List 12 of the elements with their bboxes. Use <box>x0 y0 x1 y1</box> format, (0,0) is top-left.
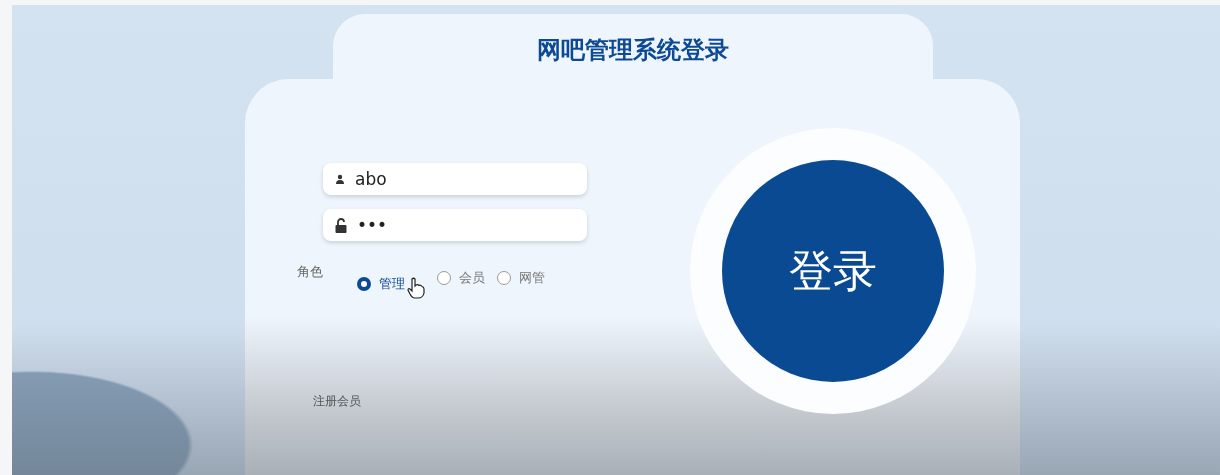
role-radio-option[interactable]: 网管 <box>497 269 545 288</box>
login-button[interactable]: 登录 <box>722 160 944 383</box>
register-link[interactable]: 注册会员 <box>313 393 685 411</box>
role-label: 角色 <box>297 263 324 282</box>
role-radio-option[interactable]: 管理 <box>357 269 425 300</box>
username-field[interactable]: abo <box>323 163 587 196</box>
padlock-icon <box>335 217 347 233</box>
page-title: 网吧管理系统登录 <box>537 35 729 66</box>
password-field[interactable]: ••• <box>323 209 587 242</box>
hand-cursor-icon <box>407 277 425 300</box>
user-icon <box>335 174 345 185</box>
role-radio-option[interactable]: 会员 <box>437 269 485 288</box>
